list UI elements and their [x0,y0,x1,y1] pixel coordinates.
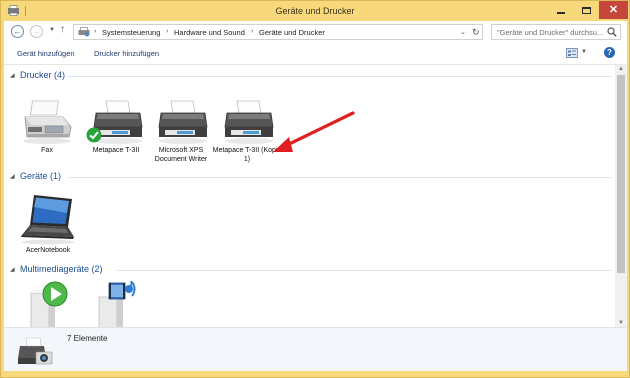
forward-button[interactable]: → [30,25,43,38]
media-server-icon [98,281,136,327]
devices-printers-icon [18,337,53,365]
device-item-media-server[interactable] [80,279,150,327]
collapse-arrow-icon[interactable]: ◢ [10,266,15,273]
group-title-multimedia: Multimediageräte (2) [20,264,103,274]
back-button[interactable]: ← [11,25,24,38]
group-divider [68,177,612,178]
breadcrumb-systemsteuerung[interactable]: Systemsteuerung [102,28,160,37]
command-bar: Gerät hinzufügen Drucker hinzufügen ▼ ? [4,43,627,65]
search-placeholder: "Geräte und Drucker" durchsu... [497,28,604,37]
device-item-xps-writer[interactable]: Microsoft XPS Document Writer [146,97,216,164]
control-panel-icon [78,27,90,37]
breadcrumb-hardware-sound[interactable]: Hardware und Sound [174,28,245,37]
breadcrumb-separator-icon: › [166,28,169,35]
maximize-button[interactable] [574,1,599,19]
help-icon[interactable]: ? [604,47,615,58]
device-label: Metapace T-3II [92,147,140,154]
search-box[interactable]: "Geräte und Drucker" durchsu... [491,24,621,40]
device-item-fax[interactable]: Fax [12,97,82,155]
item-count: 7 Elemente [67,334,108,343]
printer-icon [158,100,208,144]
title-bar[interactable]: Geräte und Drucker ✕ [1,1,629,21]
group-header-printers[interactable]: ◢ Drucker (4) [10,70,612,82]
refresh-icon[interactable]: ↻ [472,27,480,38]
group-header-multimedia[interactable]: ◢ Multimediageräte (2) [10,264,612,276]
search-icon[interactable] [607,27,617,37]
change-view-icon[interactable] [566,48,578,58]
arrow-right-icon: → [32,26,41,36]
group-header-devices[interactable]: ◢ Geräte (1) [10,171,612,183]
vertical-scrollbar[interactable]: ▲ ▼ [615,65,627,327]
scroll-up-arrow-icon[interactable]: ▲ [618,66,624,72]
minimize-button[interactable] [547,1,574,19]
window-title: Geräte und Drucker [275,6,355,16]
up-level-button[interactable]: ↑ [60,25,65,35]
breadcrumb-separator-icon: › [251,28,254,35]
device-item-acernotebook[interactable]: AcerNotebook [13,193,83,255]
details-pane: 7 Elemente [4,327,627,371]
printer-icon [224,100,274,144]
add-device-button[interactable]: Gerät hinzufügen [17,49,75,58]
window: Geräte und Drucker ✕ ← → ▼ ↑ › Systemste… [0,0,630,378]
minimize-icon [556,11,565,14]
breadcrumb-devices-printers[interactable]: Geräte und Drucker [259,28,325,37]
collapse-arrow-icon[interactable]: ◢ [10,72,15,79]
device-item-media-player[interactable] [14,281,84,327]
group-title-printers: Drucker (4) [20,70,66,80]
arrow-left-icon: ← [13,26,22,36]
address-bar[interactable]: › Systemsteuerung › Hardware und Sound ›… [73,24,483,40]
items-view: ◢ Drucker (4) Fax Metapace T-3II Microso… [4,65,615,327]
device-label: Fax [41,147,53,154]
scroll-down-arrow-icon[interactable]: ▼ [618,320,624,326]
laptop-icon [21,195,74,245]
maximize-icon [582,6,591,14]
group-title-devices: Geräte (1) [20,171,62,181]
breadcrumb-separator-icon: › [94,28,97,35]
navigation-bar: ← → ▼ ↑ › Systemsteuerung › Hardware und… [4,21,627,43]
group-divider [68,76,612,77]
close-icon: ✕ [608,3,619,16]
media-play-device-icon [30,281,68,327]
scrollbar-thumb[interactable] [617,75,625,273]
collapse-arrow-icon[interactable]: ◢ [10,173,15,180]
address-history-chevron-icon[interactable]: ⌄ [460,28,466,36]
view-options-dropdown[interactable]: ▼ [581,49,587,55]
add-printer-button[interactable]: Drucker hinzufügen [94,49,159,58]
recent-locations-dropdown[interactable]: ▼ [49,27,55,33]
default-printer-check-icon [86,127,102,143]
device-label: AcerNotebook [25,247,71,254]
close-button[interactable]: ✕ [599,1,628,19]
fax-icon [23,100,72,144]
annotation-arrow-icon [273,111,355,152]
device-label: Microsoft XPS Document Writer [154,147,208,163]
group-divider [116,270,612,271]
device-item-metapace[interactable]: Metapace T-3II [81,97,151,155]
